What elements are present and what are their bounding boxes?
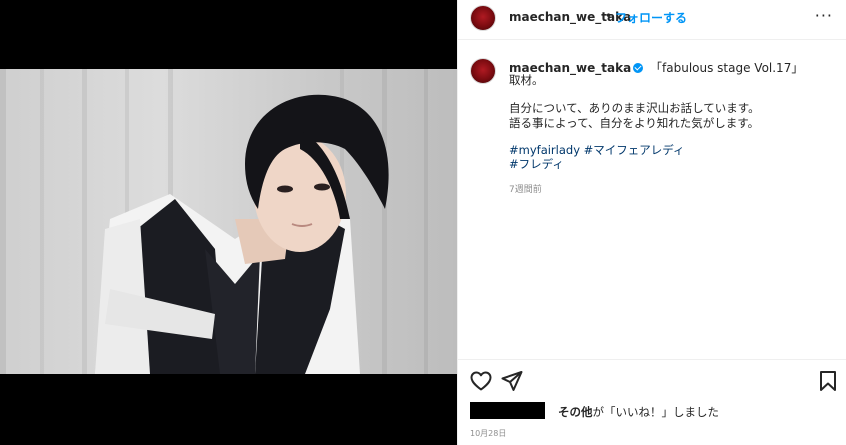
hashtag-myfairlady[interactable]: #myfairlady	[509, 143, 580, 157]
follow-button[interactable]: フォローする	[615, 9, 687, 26]
likes-suffix: が「いいね！」しました	[592, 405, 720, 419]
caption-text-line4: 語る事によって、自分をより知れた気がします。	[509, 116, 760, 130]
caption-first-line: maechan_we_taka 「fabulous stage Vol.17」	[509, 59, 803, 76]
post-header: maechan_we_taka • フォローする ···	[458, 0, 846, 40]
likes-text[interactable]: その他が「いいね！」しました	[558, 404, 719, 420]
post-actions: その他が「いいね！」しました 10月28日	[458, 359, 846, 445]
separator-dot: •	[605, 9, 613, 23]
paper-plane-icon[interactable]	[500, 369, 524, 393]
post-media-pane	[0, 0, 457, 445]
caption-timestamp[interactable]: 7週間前	[509, 182, 542, 195]
verified-badge-icon	[633, 63, 644, 73]
caption-text-line2: 取材。	[509, 73, 544, 87]
caption-avatar[interactable]	[470, 58, 496, 84]
caption-text-line1: 「fabulous stage Vol.17」	[650, 61, 804, 75]
more-options-icon[interactable]: ···	[815, 6, 833, 25]
hashtag-row-2: #フレディ	[509, 157, 564, 172]
hashtag-my-fair-lady-jp[interactable]: #マイフェアレディ	[584, 143, 685, 157]
post-sidebar: maechan_we_taka • フォローする ··· maechan_we_…	[457, 0, 846, 445]
hashtag-freddy[interactable]: #フレディ	[509, 157, 564, 171]
bookmark-icon[interactable]	[816, 369, 840, 393]
likes-others: その他	[558, 405, 593, 419]
redacted-username	[470, 402, 545, 419]
header-username[interactable]: maechan_we_taka	[509, 10, 631, 24]
hashtag-row: #myfairlady #マイフェアレディ	[509, 143, 685, 158]
likes-row: その他が「いいね！」しました	[470, 402, 830, 422]
caption-text-line3: 自分について、ありのまま沢山お話しています。	[509, 101, 760, 115]
post-photo[interactable]	[0, 69, 457, 374]
post-date[interactable]: 10月28日	[470, 428, 506, 439]
heart-icon[interactable]	[469, 369, 493, 393]
avatar[interactable]	[470, 5, 496, 31]
portrait-illustration	[0, 69, 428, 374]
